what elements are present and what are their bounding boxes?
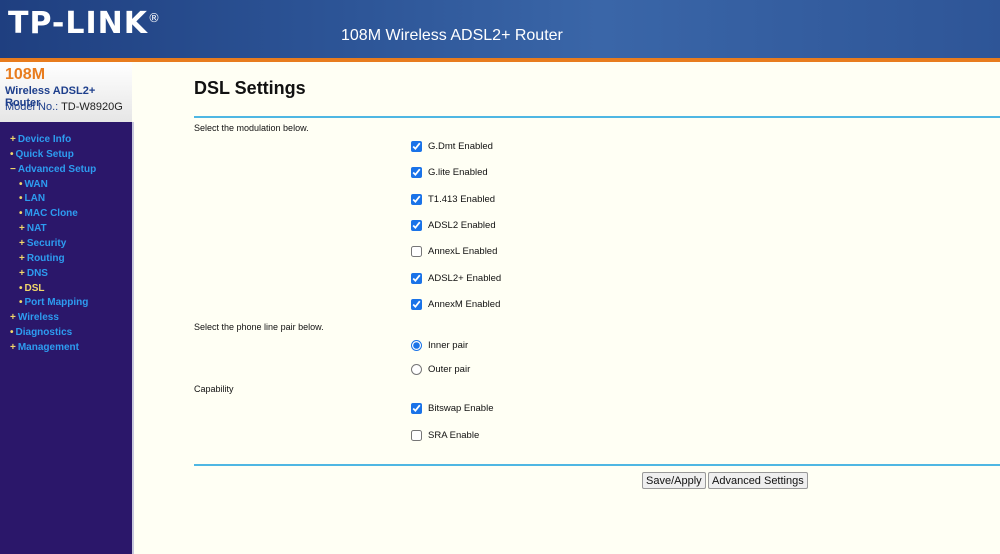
modulation-option[interactable]: G.Dmt Enabled xyxy=(411,141,493,152)
bullet-icon: + xyxy=(10,341,16,353)
sidebar-item-lan[interactable]: • LAN xyxy=(19,193,45,204)
sidebar-item-management[interactable]: + Management xyxy=(10,342,79,353)
bullet-icon: • xyxy=(19,208,23,220)
save-apply-button[interactable]: Save/Apply xyxy=(642,472,706,489)
bullet-icon: + xyxy=(19,267,25,279)
capability-option[interactable]: SRA Enable xyxy=(411,429,479,441)
sidebar-item-device-info[interactable]: + Device Info xyxy=(10,134,71,145)
sidebar-item-routing[interactable]: + Routing xyxy=(19,253,65,264)
checkbox[interactable] xyxy=(411,167,422,179)
bullet-icon: • xyxy=(19,282,23,294)
checkbox[interactable] xyxy=(411,272,422,284)
modulation-option[interactable]: ADSL2 Enabled xyxy=(411,219,496,231)
product-title: 108M Wireless ADSL2+ Router xyxy=(341,27,563,44)
bullet-icon: + xyxy=(10,134,16,145)
checkbox[interactable] xyxy=(411,193,422,205)
sidebar-item-mac-clone[interactable]: • MAC Clone xyxy=(19,208,78,219)
product-speed: 108M xyxy=(5,66,46,83)
sidebar-item-port-mapping[interactable]: • Port Mapping xyxy=(19,297,88,308)
bullet-icon: − xyxy=(10,163,16,175)
checkbox[interactable] xyxy=(411,403,422,414)
product-info: 108M Wireless ADSL2+ Router Model No.: T… xyxy=(0,62,132,122)
bullet-icon: + xyxy=(19,223,25,235)
sidebar-item-nat[interactable]: + NAT xyxy=(19,223,47,234)
modulation-option[interactable]: ADSL2+ Enabled xyxy=(411,272,501,284)
sidebar-item-wan[interactable]: • WAN xyxy=(19,179,48,190)
line-pair-option[interactable]: Outer pair xyxy=(411,364,470,375)
sidebar-item-security[interactable]: + Security xyxy=(19,238,66,249)
tp-link-logo: TP-LINK® xyxy=(8,6,162,41)
checkbox[interactable] xyxy=(411,141,422,152)
capability-label: Capability xyxy=(194,384,234,394)
divider xyxy=(194,116,1000,118)
modulation-option[interactable]: AnnexL Enabled xyxy=(411,246,497,258)
model-number: Model No.: TD-W8920G xyxy=(5,101,123,113)
sidebar-item-advanced-setup[interactable]: − Advanced Setup xyxy=(10,164,96,175)
pair-label: Select the phone line pair below. xyxy=(194,322,324,332)
advanced-settings-button[interactable]: Advanced Settings xyxy=(708,472,808,489)
sidebar-nav: + Device Info • Quick Setup − Advanced Setup •… xyxy=(0,122,134,554)
bullet-icon: • xyxy=(10,327,14,339)
bullet-icon: + xyxy=(10,312,16,324)
checkbox[interactable] xyxy=(411,219,422,231)
bullet-icon: + xyxy=(19,252,25,264)
modulation-option[interactable]: G.lite Enabled xyxy=(411,167,488,179)
page-title: DSL Settings xyxy=(194,78,306,98)
radio-button[interactable] xyxy=(411,340,422,351)
header-divider xyxy=(0,58,1000,62)
sidebar-item-dns[interactable]: + DNS xyxy=(19,268,48,279)
modulation-label: Select the modulation below. xyxy=(194,123,309,133)
modulation-option[interactable]: AnnexM Enabled xyxy=(411,298,500,310)
bullet-icon: • xyxy=(19,178,23,190)
sidebar-item-quick-setup[interactable]: • Quick Setup xyxy=(10,149,74,160)
line-pair-option[interactable]: Inner pair xyxy=(411,340,468,351)
bullet-icon: • xyxy=(19,297,23,309)
checkbox[interactable] xyxy=(411,298,422,310)
checkbox[interactable] xyxy=(411,246,422,258)
bullet-icon: • xyxy=(10,148,14,160)
sidebar-item-diagnostics[interactable]: • Diagnostics xyxy=(10,327,72,338)
bullet-icon: + xyxy=(19,237,25,249)
checkbox[interactable] xyxy=(411,429,422,441)
header-banner: TP-LINK® 108M Wireless ADSL2+ Router xyxy=(0,0,1000,58)
capability-option[interactable]: Bitswap Enable xyxy=(411,403,493,414)
radio-button[interactable] xyxy=(411,364,422,375)
modulation-option[interactable]: T1.413 Enabled xyxy=(411,193,495,205)
sidebar-item-dsl[interactable]: • DSL xyxy=(19,283,45,294)
divider xyxy=(194,464,1000,466)
sidebar-item-wireless[interactable]: + Wireless xyxy=(10,312,59,323)
bullet-icon: • xyxy=(19,193,23,205)
